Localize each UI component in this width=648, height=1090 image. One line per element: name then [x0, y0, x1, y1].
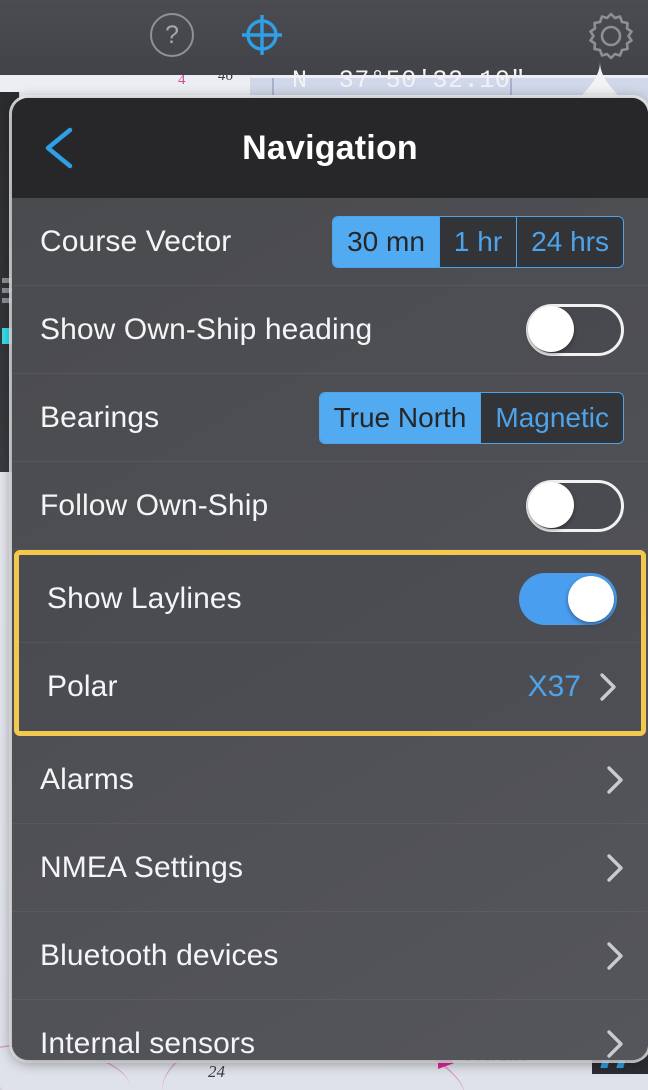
- crosshair-target-icon[interactable]: [239, 12, 285, 58]
- panel-header: Navigation: [12, 98, 648, 198]
- toggle-own-ship-heading[interactable]: [526, 303, 624, 356]
- row-label-own-ship-heading: Show Own-Ship heading: [40, 312, 373, 346]
- row-label-show-laylines: Show Laylines: [47, 581, 242, 615]
- row-label-polar: Polar: [47, 670, 118, 703]
- row-label-nmea-settings: NMEA Settings: [40, 850, 244, 884]
- settings-list: Course Vector 30 mn 1 hr 24 hrs Show Own…: [12, 198, 648, 1060]
- segment-true-north[interactable]: True North: [319, 392, 482, 443]
- top-status-bar: ? N 37°50'32.10" W 122°24'49.75": [0, 0, 648, 182]
- toggle-knob: [568, 575, 614, 622]
- row-course-vector[interactable]: Course Vector 30 mn 1 hr 24 hrs: [12, 198, 648, 286]
- highlight-group-laylines: Show Laylines Polar X37: [14, 550, 646, 736]
- segment-24hrs[interactable]: 24 hrs: [517, 216, 623, 267]
- help-question-icon[interactable]: ?: [150, 13, 194, 57]
- segment-magnetic[interactable]: Magnetic: [481, 392, 623, 443]
- row-nmea-settings[interactable]: NMEA Settings: [12, 824, 648, 912]
- row-label-internal-sensors: Internal sensors: [40, 1027, 256, 1060]
- gear-settings-icon[interactable]: [586, 10, 636, 60]
- toggle-show-laylines[interactable]: [519, 572, 617, 625]
- row-internal-sensors[interactable]: Internal sensors: [12, 1000, 648, 1060]
- navigation-settings-panel: Navigation Course Vector 30 mn 1 hr 24 h…: [12, 98, 648, 1060]
- row-label-course-vector: Course Vector: [40, 224, 232, 258]
- row-polar[interactable]: Polar X37: [19, 643, 641, 731]
- chevron-right-icon[interactable]: [606, 941, 624, 971]
- row-show-own-ship-heading[interactable]: Show Own-Ship heading: [12, 286, 648, 374]
- back-chevron-icon[interactable]: [40, 126, 80, 170]
- toggle-knob: [528, 481, 574, 528]
- row-label-bearings: Bearings: [40, 400, 160, 434]
- chevron-right-icon[interactable]: [599, 672, 617, 702]
- chevron-right-icon[interactable]: [606, 853, 624, 883]
- row-bluetooth-devices[interactable]: Bluetooth devices: [12, 912, 648, 1000]
- chevron-right-icon[interactable]: [606, 765, 624, 795]
- row-label-follow-own-ship: Follow Own-Ship: [40, 488, 269, 522]
- row-label-alarms: Alarms: [40, 762, 134, 796]
- toggle-follow-own-ship[interactable]: [526, 479, 624, 532]
- polar-value: X37: [527, 670, 581, 703]
- chart-depth-label: 24: [208, 1062, 225, 1081]
- row-follow-own-ship[interactable]: Follow Own-Ship: [12, 462, 648, 550]
- row-bearings[interactable]: Bearings True North Magnetic: [12, 374, 648, 462]
- segment-1hr[interactable]: 1 hr: [439, 216, 518, 267]
- bearings-segmented-control[interactable]: True North Magnetic: [318, 391, 624, 444]
- row-alarms[interactable]: Alarms: [12, 736, 648, 824]
- latitude-value: N 37°50'32.10": [292, 66, 527, 95]
- page-title: Navigation: [242, 128, 418, 167]
- course-vector-segmented-control[interactable]: 30 mn 1 hr 24 hrs: [332, 215, 624, 268]
- segment-30mn[interactable]: 30 mn: [333, 216, 440, 267]
- row-right-polar: X37: [528, 670, 617, 704]
- row-show-laylines[interactable]: Show Laylines: [19, 555, 641, 643]
- help-glyph: ?: [165, 21, 179, 49]
- app-root: Fl R 2.5s 24 4 46 ? N 37°50'32.10" W 122…: [0, 0, 648, 1090]
- row-label-bluetooth-devices: Bluetooth devices: [40, 938, 279, 972]
- toggle-knob: [528, 305, 574, 352]
- chevron-right-icon[interactable]: [606, 1029, 624, 1059]
